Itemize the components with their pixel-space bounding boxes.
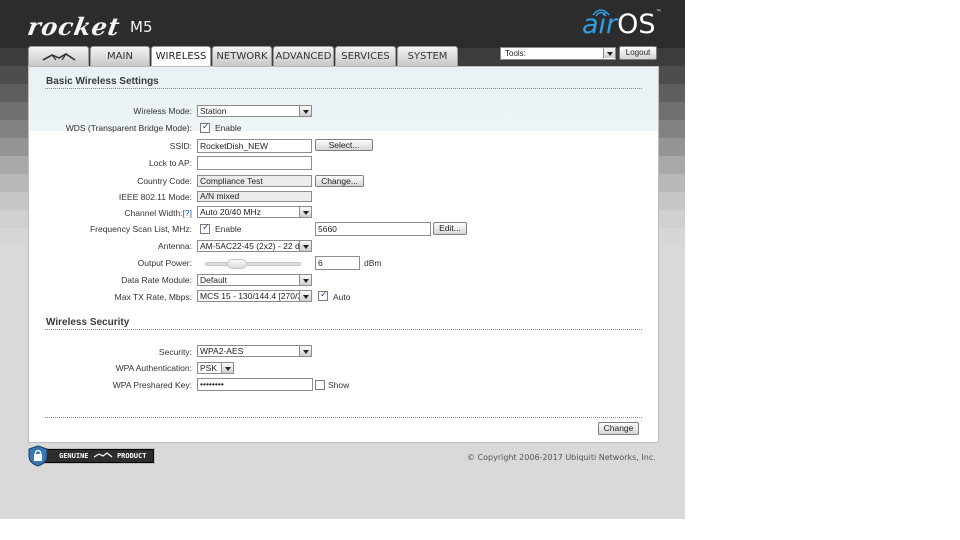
lock-to-ap-label: Lock to AP: bbox=[149, 158, 192, 168]
wireless-mode-value: Station bbox=[200, 106, 227, 116]
data-rate-module-label: Data Rate Module: bbox=[121, 275, 192, 285]
section-divider bbox=[45, 88, 642, 89]
security-label: Security: bbox=[158, 347, 192, 357]
ubiquiti-logo-icon bbox=[93, 452, 113, 458]
airos-logo-air: air bbox=[582, 9, 618, 40]
tab-advanced[interactable]: ADVANCED bbox=[273, 46, 334, 66]
antenna-select[interactable]: AM-5AC22-45 (2x2) - 22 dBi bbox=[197, 240, 312, 252]
product-badge-word: PRODUCT bbox=[116, 452, 147, 460]
country-code-label: Country Code: bbox=[137, 176, 192, 186]
wds-checkbox[interactable] bbox=[200, 122, 210, 133]
channel-width-value: Auto 20/40 MHz bbox=[200, 207, 261, 217]
wpa-auth-value: PSK bbox=[200, 363, 218, 373]
output-power-slider-thumb[interactable] bbox=[227, 259, 247, 269]
tools-select-value: Tools: bbox=[505, 49, 526, 58]
tab-main[interactable]: MAIN bbox=[90, 46, 150, 66]
max-tx-rate-select[interactable]: MCS 15 - 130/144.4 [270/300] bbox=[197, 290, 312, 302]
channel-width-label-text: Channel Width: bbox=[124, 208, 183, 218]
chevron-down-icon bbox=[299, 106, 311, 116]
wireless-mode-select[interactable]: Station bbox=[197, 105, 312, 117]
section-title-security: Wireless Security bbox=[46, 317, 130, 328]
max-tx-auto-checkbox[interactable] bbox=[318, 290, 328, 301]
wds-enable-label: Enable bbox=[215, 123, 242, 133]
output-power-input[interactable]: 6 bbox=[315, 256, 360, 270]
antenna-value: AM-5AC22-45 (2x2) - 22 dBi bbox=[200, 241, 308, 251]
ssid-label: SSID: bbox=[169, 141, 192, 151]
antenna-label: Antenna: bbox=[157, 241, 192, 251]
chevron-down-icon bbox=[299, 241, 311, 251]
freq-scan-enable-label: Enable bbox=[215, 224, 242, 234]
tools-select[interactable]: Tools: bbox=[500, 47, 616, 60]
psk-input[interactable]: •••••••• bbox=[197, 378, 313, 391]
airos-logo-os: OS bbox=[617, 9, 656, 40]
channel-width-help-link[interactable]: [?] bbox=[183, 208, 192, 218]
tab-network[interactable]: NETWORK bbox=[212, 46, 272, 66]
ieee-mode-label: IEEE 802.11 Mode: bbox=[118, 192, 192, 202]
country-code-value: Compliance Test bbox=[197, 175, 312, 187]
security-value: WPA2-AES bbox=[200, 346, 244, 356]
chevron-down-icon bbox=[299, 207, 311, 217]
freq-scan-edit-button[interactable]: Edit... bbox=[433, 222, 467, 235]
max-tx-rate-value: MCS 15 - 130/144.4 [270/300] bbox=[200, 291, 312, 301]
app-window: rocket M5 airOS™ MAIN WIRELESS NETWORK A… bbox=[0, 0, 685, 519]
section-divider bbox=[45, 329, 642, 330]
wpa-auth-select[interactable]: PSK bbox=[197, 362, 234, 374]
settings-panel: Basic Wireless Settings Wireless Mode: S… bbox=[28, 66, 659, 443]
genuine-badge-plate: GENUINE PRODUCT bbox=[36, 449, 154, 463]
genuine-badge-word: GENUINE bbox=[59, 452, 89, 460]
ubiquiti-logo-icon bbox=[42, 53, 75, 61]
chevron-down-icon bbox=[603, 48, 615, 58]
wds-label: WDS (Transparent Bridge Mode): bbox=[65, 123, 192, 133]
change-button[interactable]: Change bbox=[598, 422, 639, 435]
data-rate-module-value: Default bbox=[200, 275, 227, 285]
psk-show-checkbox[interactable] bbox=[315, 380, 325, 390]
output-power-slider[interactable] bbox=[205, 259, 301, 269]
section-title-basic: Basic Wireless Settings bbox=[46, 76, 159, 87]
lock-to-ap-input[interactable] bbox=[197, 156, 312, 170]
chevron-down-icon bbox=[299, 291, 311, 301]
lock-shield-icon bbox=[28, 445, 48, 467]
tab-services[interactable]: SERVICES bbox=[335, 46, 396, 66]
ieee-mode-value: A/N mixed bbox=[197, 191, 312, 202]
security-select[interactable]: WPA2-AES bbox=[197, 345, 312, 357]
channel-width-select[interactable]: Auto 20/40 MHz bbox=[197, 206, 312, 218]
output-power-unit: dBm bbox=[364, 258, 382, 268]
footer-divider bbox=[45, 417, 642, 418]
genuine-product-badge: GENUINE PRODUCT bbox=[28, 445, 155, 467]
ssid-input[interactable]: RocketDish_NEW bbox=[197, 139, 312, 153]
chevron-down-icon bbox=[299, 275, 311, 285]
psk-show-label: Show bbox=[328, 380, 350, 390]
tab-wireless[interactable]: WIRELESS bbox=[151, 46, 211, 67]
brand-logo: rocket bbox=[25, 12, 123, 41]
copyright-text: © Copyright 2006-2017 Ubiquiti Networks,… bbox=[467, 453, 656, 462]
psk-label: WPA Preshared Key: bbox=[112, 380, 192, 390]
logout-button[interactable]: Logout bbox=[619, 46, 657, 60]
freq-scan-label: Frequency Scan List, MHz: bbox=[89, 224, 192, 234]
genuine-badge-text: GENUINE PRODUCT bbox=[59, 452, 146, 460]
tab-system[interactable]: SYSTEM bbox=[397, 46, 458, 66]
max-tx-rate-label: Max TX Rate, Mbps: bbox=[114, 292, 192, 302]
output-power-label: Output Power: bbox=[137, 258, 192, 268]
ssid-select-button[interactable]: Select... bbox=[315, 139, 373, 151]
airos-logo-tm: ™ bbox=[655, 9, 662, 16]
channel-width-label: Channel Width:[?] bbox=[124, 208, 192, 218]
country-change-button[interactable]: Change... bbox=[315, 175, 364, 187]
brand-model: M5 bbox=[130, 18, 153, 36]
tab-ubiquiti[interactable] bbox=[28, 46, 89, 66]
wireless-mode-label: Wireless Mode: bbox=[133, 106, 192, 116]
freq-scan-input[interactable]: 5660 bbox=[315, 222, 431, 236]
chevron-down-icon bbox=[221, 363, 233, 373]
wpa-auth-label: WPA Authentication: bbox=[115, 363, 192, 373]
max-tx-auto-label: Auto bbox=[333, 292, 351, 302]
freq-scan-checkbox[interactable] bbox=[200, 223, 210, 234]
airos-logo: airOS™ bbox=[582, 9, 662, 40]
chevron-down-icon bbox=[299, 346, 311, 356]
data-rate-module-select[interactable]: Default bbox=[197, 274, 312, 286]
